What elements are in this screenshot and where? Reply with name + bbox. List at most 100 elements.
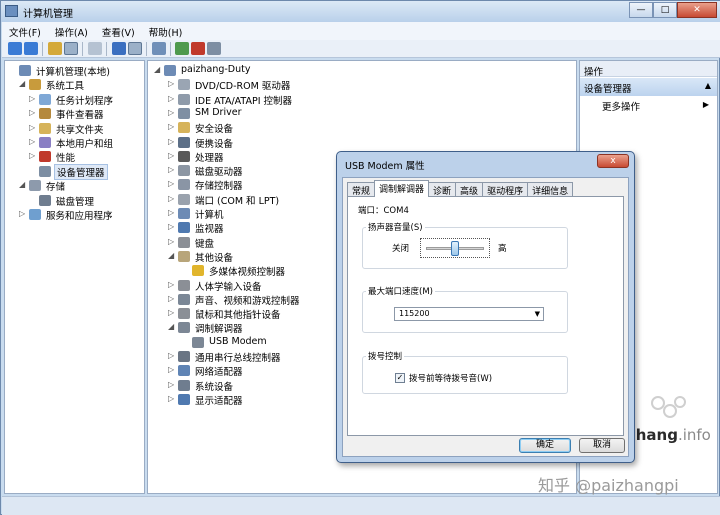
modem-icon [178, 322, 190, 334]
expand-arrow-icon[interactable]: ▷ [168, 280, 176, 289]
ok-button[interactable]: 确定 [519, 438, 571, 453]
tree-item-label: 事件查看器 [56, 110, 104, 122]
disk-drive-icon [178, 165, 190, 177]
system-device-icon [178, 379, 190, 391]
expanded-arrow-icon[interactable]: ◢ [168, 251, 176, 260]
port-speed-select[interactable]: 115200 ▼ [394, 307, 544, 321]
tree-item-label: 设备管理器 [54, 163, 108, 180]
tab-modem[interactable]: 调制解调器 [374, 180, 430, 197]
tab-diagnostics[interactable]: 诊断 [428, 182, 457, 197]
expand-arrow-icon[interactable]: ▷ [29, 108, 37, 117]
tree-item-label: 任务计划程序 [56, 95, 114, 107]
dialog-close-button[interactable]: x [597, 154, 629, 168]
tab-driver[interactable]: 驱动程序 [482, 182, 529, 197]
window-controls: — □ ✕ [629, 2, 717, 19]
expand-arrow-icon[interactable]: ▷ [168, 108, 176, 117]
menu-view[interactable]: 查看(V) [95, 22, 142, 40]
expand-arrow-icon[interactable]: ▷ [29, 94, 37, 103]
forward-arrow-icon[interactable] [24, 42, 38, 55]
back-arrow-icon[interactable] [8, 42, 22, 55]
expand-arrow-icon[interactable]: ▷ [168, 294, 176, 303]
menu-file[interactable]: 文件(F) [2, 22, 48, 40]
mouse-icon [178, 308, 190, 320]
tree-item-label: 通用串行总线控制器 [195, 353, 281, 364]
title-bar[interactable]: 计算机管理 — □ ✕ [1, 1, 720, 22]
close-button[interactable]: ✕ [677, 2, 717, 18]
volume-slider[interactable] [420, 238, 490, 258]
cancel-button[interactable]: 取消 [579, 438, 625, 453]
expand-arrow-icon[interactable]: ▷ [168, 237, 176, 246]
tab-details[interactable]: 详细信息 [527, 182, 574, 197]
update-driver-icon[interactable] [175, 42, 189, 55]
expanded-arrow-icon[interactable]: ◢ [19, 180, 27, 189]
expand-arrow-icon[interactable]: ▷ [168, 94, 176, 103]
wait-dial-tone-checkbox[interactable]: ✓ [395, 373, 405, 383]
expand-arrow-icon[interactable]: ▷ [168, 179, 176, 188]
more-actions[interactable]: 更多操作 [602, 99, 640, 113]
site-watermark-suffix: .info [677, 426, 711, 444]
expand-arrow-icon[interactable]: ▷ [168, 308, 176, 317]
warning-icon [192, 265, 204, 277]
tab-general[interactable]: 常规 [347, 182, 376, 197]
volume-slider-thumb[interactable] [451, 241, 459, 256]
action-pane-icon[interactable] [128, 42, 142, 55]
help-icon[interactable] [112, 42, 126, 55]
expand-arrow-icon[interactable]: ▷ [168, 122, 176, 131]
portable-device-icon [178, 136, 190, 148]
expand-arrow-icon[interactable]: ▷ [168, 394, 176, 403]
tree-item-label: 磁盘管理 [56, 196, 95, 208]
expand-arrow-icon[interactable]: ▷ [168, 79, 176, 88]
expand-arrow-icon[interactable]: ▷ [168, 351, 176, 360]
tree-item-label: 端口 (COM 和 LPT) [195, 195, 280, 207]
tree-item-label: 声音、视频和游戏控制器 [195, 295, 300, 307]
tools-icon [29, 79, 41, 91]
expand-arrow-icon[interactable]: ▷ [168, 380, 176, 389]
tree-item-label: 存储 [46, 182, 66, 194]
port-icon [178, 193, 190, 205]
expand-arrow-icon[interactable]: ▷ [29, 123, 37, 132]
collapse-up-icon[interactable]: ▲ [705, 81, 711, 90]
ide-icon [178, 93, 190, 105]
actions-section-device-manager[interactable]: 设备管理器 ▲ [580, 78, 717, 96]
wait-dial-tone-label[interactable]: 拨号前等待拨号音(W) [409, 372, 492, 384]
up-folder-icon[interactable] [48, 42, 62, 55]
menu-action[interactable]: 操作(A) [48, 22, 95, 40]
volume-low-label: 关闭 [392, 244, 410, 254]
expand-arrow-icon[interactable]: ▷ [168, 208, 176, 217]
expand-arrow-icon[interactable]: ▷ [168, 365, 176, 374]
tree-item-label: 调制解调器 [195, 324, 243, 336]
tree-item-label: 网络适配器 [195, 367, 243, 379]
port-label: 端口：COM4 [358, 206, 409, 216]
disable-device-icon[interactable] [207, 42, 221, 55]
device-manager-icon [39, 165, 51, 177]
tree-item-label: IDE ATA/ATAPI 控制器 [195, 95, 293, 107]
expand-arrow-icon[interactable]: ▷ [168, 151, 176, 160]
maximize-button[interactable]: □ [653, 2, 677, 18]
users-icon [39, 137, 51, 148]
uninstall-icon[interactable] [191, 42, 205, 55]
expanded-arrow-icon[interactable]: ◢ [19, 79, 27, 88]
expand-arrow-icon[interactable]: ▷ [168, 137, 176, 146]
tab-advanced[interactable]: 高级 [455, 182, 484, 197]
expanded-arrow-icon[interactable]: ◢ [168, 322, 176, 331]
expanded-arrow-icon[interactable]: ◢ [154, 65, 162, 74]
expand-arrow-icon[interactable]: ▷ [19, 209, 27, 218]
tree-item-label: DVD/CD-ROM 驱动器 [195, 81, 291, 93]
expand-arrow-icon[interactable]: ▷ [29, 151, 37, 160]
tree-item-label: 键盘 [195, 238, 215, 250]
tree-item-label: 鼠标和其他指针设备 [195, 310, 281, 322]
tree-item-label: 监视器 [195, 224, 224, 236]
expand-arrow-icon[interactable]: ▷ [168, 165, 176, 174]
security-device-icon [178, 122, 190, 134]
show-hide-tree-icon[interactable] [64, 42, 78, 55]
minimize-button[interactable]: — [629, 2, 653, 18]
properties-icon[interactable] [88, 42, 102, 55]
menu-help[interactable]: 帮助(H) [142, 22, 190, 40]
expand-arrow-icon[interactable]: ▷ [168, 222, 176, 231]
expand-arrow-icon[interactable]: ▷ [29, 137, 37, 146]
expand-arrow-icon[interactable]: ▷ [168, 194, 176, 203]
window-title: 计算机管理 [23, 9, 73, 20]
modem-icon [192, 336, 204, 348]
display-adapter-icon [178, 393, 190, 405]
scan-hardware-icon[interactable] [152, 42, 166, 55]
